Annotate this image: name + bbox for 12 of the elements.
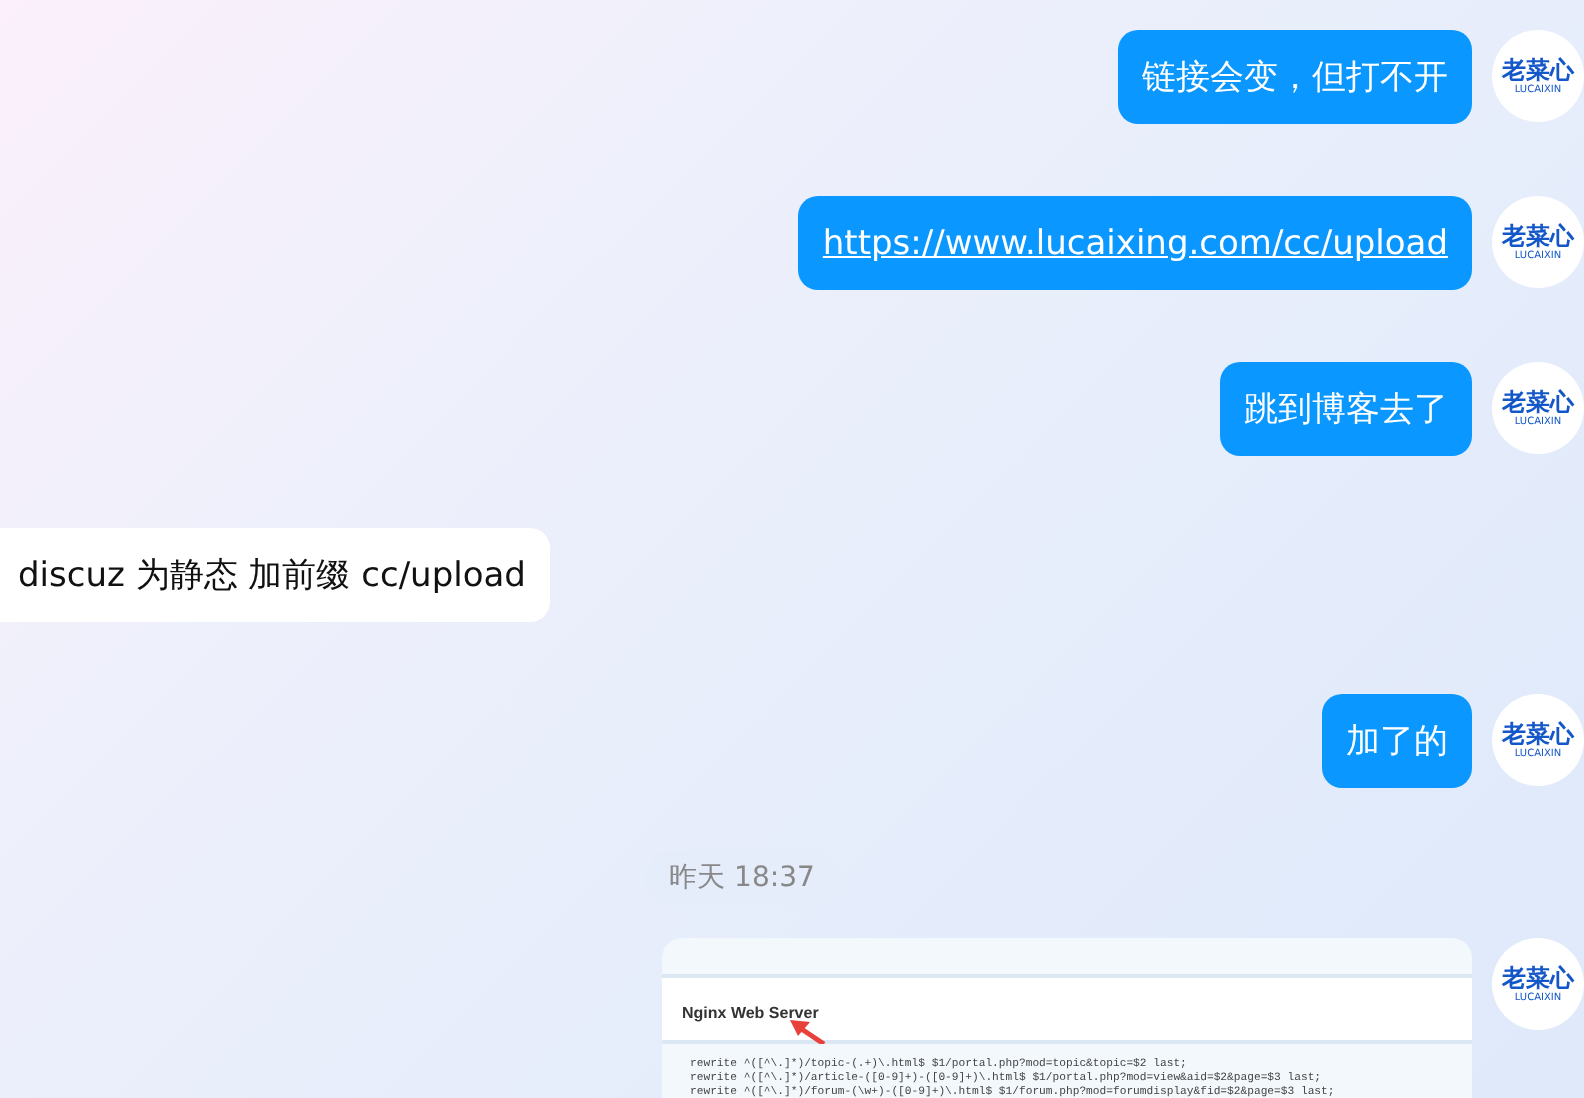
screenshot-image[interactable] — [662, 938, 1472, 1098]
message-bubble: discuz 为静态 加前缀 cc/upload — [0, 528, 550, 622]
logo-text: 老菜心 — [1502, 223, 1574, 249]
message-bubble: 跳到博客去了 — [1220, 362, 1472, 456]
arrow-drawing — [790, 1020, 826, 1044]
logo-text: 老菜心 — [1502, 389, 1574, 415]
message-bubble: 加了的 — [1322, 694, 1472, 788]
logo-text: 老菜心 — [1502, 57, 1574, 83]
logo-text: 老菜心 — [1502, 965, 1574, 991]
screenshot-heading: Nginx Web Server — [682, 1004, 819, 1022]
message-bubble: 链接会变，但打不开 — [1118, 30, 1472, 124]
logo-text: 老菜心 — [1502, 721, 1574, 747]
